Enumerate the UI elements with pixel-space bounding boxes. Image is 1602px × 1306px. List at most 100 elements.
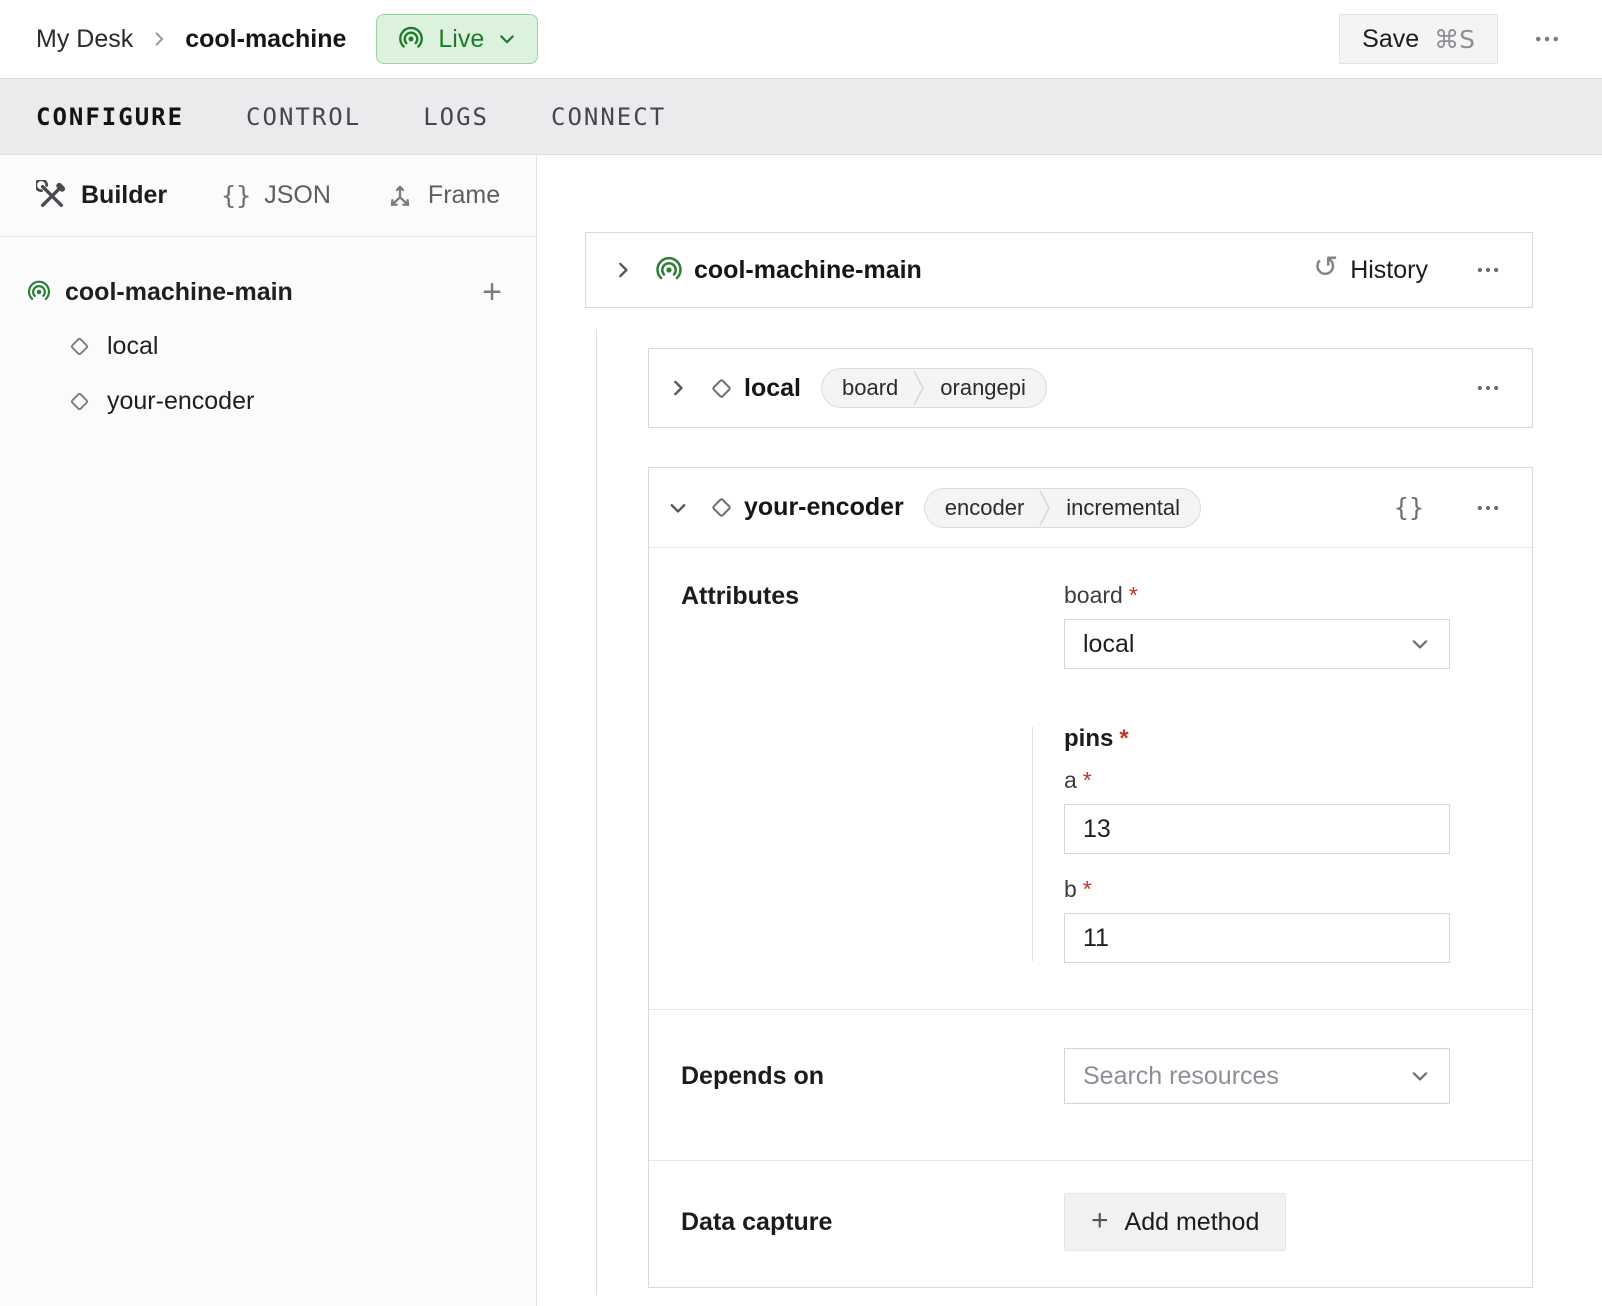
chevron-down-icon <box>1409 1065 1431 1087</box>
board-label-text: board <box>1064 582 1123 608</box>
view-json-label: JSON <box>264 181 331 210</box>
expand-local-button[interactable] <box>661 371 695 405</box>
resource-card-your-encoder: your-encoder encoder incremental {} <box>648 467 1533 1288</box>
view-frame-label: Frame <box>428 181 500 210</box>
tree-item-your-encoder[interactable]: your-encoder <box>0 374 536 429</box>
config-main: cool-machine-main ↺ History <box>537 155 1602 1306</box>
resource-tree: cool-machine-main + local your-encoder <box>0 237 536 429</box>
add-component-button[interactable]: + <box>482 275 502 309</box>
breadcrumb-separator-icon <box>149 29 169 49</box>
topbar-overflow-menu-button[interactable] <box>1528 20 1566 58</box>
encoder-config-body: Attributes board* local <box>649 548 1532 1287</box>
tab-configure[interactable]: CONFIGURE <box>36 103 184 131</box>
depends-on-label: Depends on <box>681 1062 1064 1091</box>
resource-type-badge: board orangepi <box>821 368 1047 408</box>
board-select[interactable]: local <box>1064 619 1450 669</box>
machine-part-icon <box>26 279 52 305</box>
resource-card-local: local board orangepi <box>648 348 1533 428</box>
breadcrumb-my-desk[interactable]: My Desk <box>36 25 133 54</box>
depends-on-select[interactable]: Search resources <box>1064 1048 1450 1104</box>
plus-icon: + <box>1091 1206 1109 1236</box>
part-card-actions: ↺ History <box>1313 252 1506 288</box>
tab-logs[interactable]: LOGS <box>423 103 489 131</box>
required-marker: * <box>1129 582 1138 608</box>
tree-item-your-encoder-label: your-encoder <box>107 387 254 416</box>
data-capture-label: Data capture <box>681 1208 1064 1237</box>
history-icon: ↺ <box>1313 253 1338 283</box>
app-root: My Desk cool-machine Live Save ⌘S <box>0 0 1602 1306</box>
resource-card-local-title: local <box>744 374 801 403</box>
pin-b-label-text: b <box>1064 876 1077 902</box>
pin-a-field: a* <box>1064 767 1450 854</box>
part-overflow-menu-button[interactable] <box>1470 252 1506 288</box>
machine-status-dropdown[interactable]: Live <box>376 14 538 64</box>
pin-b-input[interactable] <box>1064 913 1450 963</box>
resource-card-local-actions <box>1470 370 1506 406</box>
expand-part-button[interactable] <box>606 253 640 287</box>
collapse-encoder-button[interactable] <box>661 491 695 525</box>
board-select-value: local <box>1083 630 1409 659</box>
component-diamond-icon <box>707 493 736 522</box>
chevron-right-icon <box>612 259 634 281</box>
resource-card-encoder-header: your-encoder encoder incremental {} <box>649 468 1532 548</box>
depends-on-placeholder: Search resources <box>1083 1062 1409 1091</box>
tree-item-machine-part-label: cool-machine-main <box>65 278 293 307</box>
frame-axes-icon <box>385 181 415 211</box>
save-shortcut-hint: ⌘S <box>1434 25 1475 54</box>
ellipsis-icon <box>1532 24 1562 54</box>
resource-type: board <box>822 369 912 407</box>
encoder-overflow-menu-button[interactable] <box>1470 490 1506 526</box>
badge-separator-icon <box>1038 489 1052 527</box>
braces-icon: {} <box>1394 493 1424 522</box>
component-diamond-icon <box>707 374 736 403</box>
config-sidebar: Builder {} JSON Frame <box>0 155 537 1306</box>
resource-model: incremental <box>1052 489 1200 527</box>
machine-tabs: CONFIGURE CONTROL LOGS CONNECT <box>0 78 1602 155</box>
tools-icon <box>36 180 68 212</box>
tree-item-machine-part[interactable]: cool-machine-main + <box>0 265 536 319</box>
pin-a-label-text: a <box>1064 767 1077 793</box>
pin-b-label: b* <box>1064 876 1450 903</box>
view-frame[interactable]: Frame <box>385 181 500 211</box>
add-method-label: Add method <box>1125 1208 1260 1237</box>
pins-group: pins* a* <box>1064 725 1450 963</box>
data-capture-controls: + Add method <box>1064 1193 1450 1251</box>
resource-card-encoder-actions: {} <box>1390 489 1506 526</box>
part-resources-group: local board orangepi <box>585 348 1602 1288</box>
resource-model: orangepi <box>926 369 1046 407</box>
chevron-down-icon <box>1409 633 1431 655</box>
tree-item-local[interactable]: local <box>0 319 536 374</box>
depends-on-section: Depends on Search resources <box>649 1009 1532 1160</box>
data-capture-section: Data capture + Add method <box>649 1160 1532 1287</box>
ellipsis-icon <box>1474 494 1502 522</box>
breadcrumb: My Desk cool-machine <box>36 25 346 54</box>
component-diamond-icon <box>66 388 93 415</box>
local-overflow-menu-button[interactable] <box>1470 370 1506 406</box>
pin-a-input[interactable] <box>1064 804 1450 854</box>
braces-icon: {} <box>221 181 251 210</box>
json-view-button[interactable]: {} <box>1390 489 1428 526</box>
add-method-button[interactable]: + Add method <box>1064 1193 1286 1251</box>
live-status-label: Live <box>438 25 484 54</box>
chevron-down-icon <box>497 29 517 49</box>
depends-on-controls: Search resources <box>1064 1048 1450 1104</box>
ellipsis-icon <box>1474 256 1502 284</box>
tab-control[interactable]: CONTROL <box>246 103 361 131</box>
save-button[interactable]: Save ⌘S <box>1339 14 1498 64</box>
attributes-label: Attributes <box>681 582 1064 963</box>
history-button[interactable]: ↺ History <box>1313 255 1428 285</box>
chevron-down-icon <box>667 497 689 519</box>
tab-connect[interactable]: CONNECT <box>551 103 666 131</box>
pin-a-label: a* <box>1064 767 1450 794</box>
view-switcher: Builder {} JSON Frame <box>0 155 536 237</box>
view-builder-label: Builder <box>81 181 167 210</box>
view-builder[interactable]: Builder <box>36 180 167 212</box>
ellipsis-icon <box>1474 374 1502 402</box>
part-card-title: cool-machine-main <box>694 256 922 285</box>
view-json[interactable]: {} JSON <box>221 181 331 210</box>
board-field-label: board* <box>1064 582 1450 609</box>
history-button-label: History <box>1350 256 1428 285</box>
save-button-label: Save <box>1362 25 1419 54</box>
required-marker: * <box>1083 876 1092 902</box>
resource-card-local-header: local board orangepi <box>649 349 1532 427</box>
